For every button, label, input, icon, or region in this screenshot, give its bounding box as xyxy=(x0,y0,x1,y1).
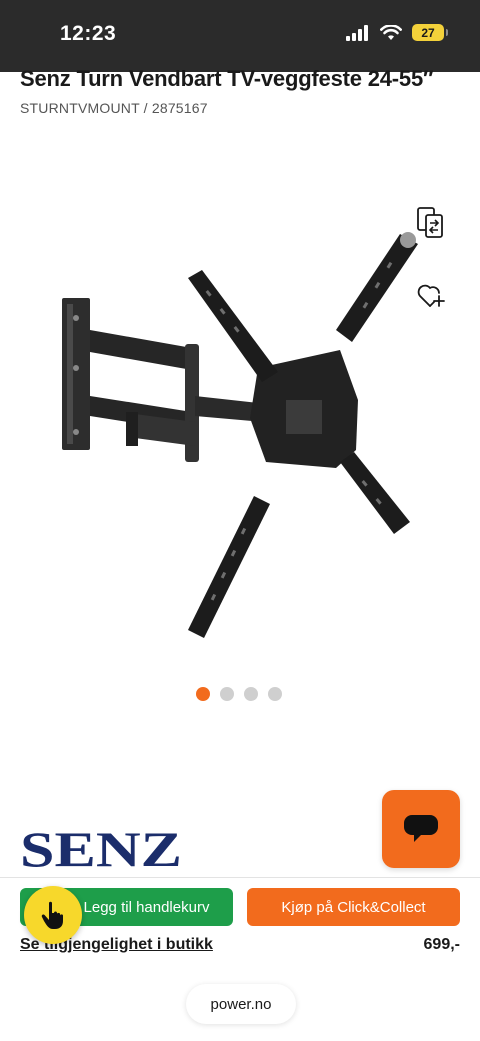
carousel-dot-3[interactable] xyxy=(244,687,258,701)
status-bar: 12:23 27 xyxy=(0,0,480,72)
carousel-dot-4[interactable] xyxy=(268,687,282,701)
compare-icon[interactable] xyxy=(416,206,446,240)
browser-url-pill[interactable]: power.no xyxy=(186,984,296,1024)
heart-plus-icon[interactable] xyxy=(416,282,446,310)
click-collect-button[interactable]: Kjøp på Click&Collect xyxy=(247,888,460,926)
battery-icon: 27 xyxy=(412,24,448,41)
status-time: 12:23 xyxy=(60,22,117,45)
cellular-signal-icon xyxy=(346,24,368,41)
product-price: 699,- xyxy=(423,936,460,953)
chat-bubble-icon xyxy=(404,815,438,842)
product-title: Senz Turn Vendbart TV-veggfeste 24-55″ xyxy=(20,66,434,91)
carousel-dots xyxy=(196,687,282,701)
product-sku: STURNTVMOUNT / 2875167 xyxy=(20,100,208,116)
carousel-dot-2[interactable] xyxy=(220,687,234,701)
browser-url: power.no xyxy=(210,995,272,1013)
senz-logo: SENZ xyxy=(20,826,182,870)
add-to-cart-label: Legg til handlekurv xyxy=(83,898,210,916)
status-icons: 27 xyxy=(346,24,448,41)
hand-pointer-icon xyxy=(41,901,63,929)
battery-level: 27 xyxy=(421,25,435,40)
product-image[interactable] xyxy=(40,200,440,660)
brand-logo-text: SENZ xyxy=(20,826,182,870)
wifi-icon xyxy=(380,24,402,40)
assistive-touch-button[interactable] xyxy=(24,886,82,944)
click-collect-label: Kjøp på Click&Collect xyxy=(281,898,426,916)
chat-button[interactable] xyxy=(382,790,460,868)
carousel-dot-1[interactable] xyxy=(196,687,210,701)
